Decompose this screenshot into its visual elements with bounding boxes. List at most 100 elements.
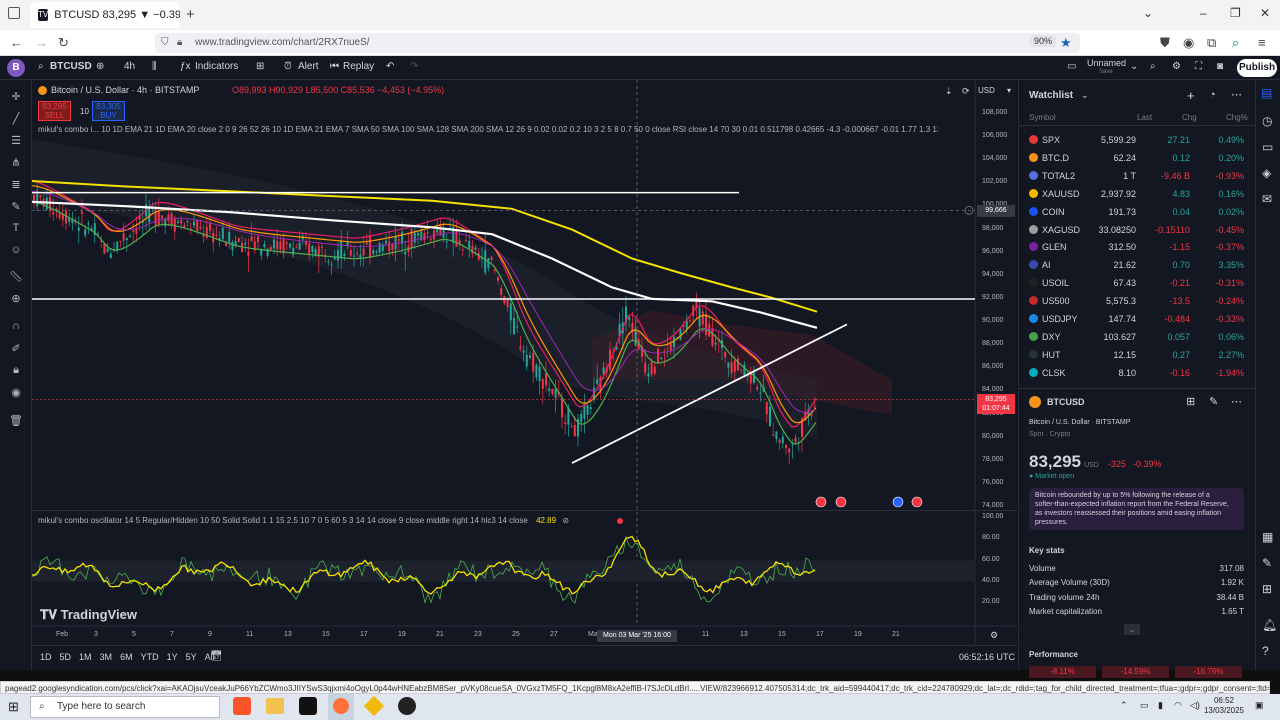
- watchlist-row[interactable]: USDJPY 147.74 -0.484 -0.33%: [1019, 311, 1256, 329]
- details-more-icon[interactable]: ⋯: [1231, 395, 1242, 408]
- binance-icon[interactable]: [363, 695, 385, 717]
- shield-icon[interactable]: ⛉: [161, 33, 169, 53]
- pocket-icon[interactable]: ⛊: [1160, 35, 1170, 51]
- calendar-icon[interactable]: ▦: [1262, 530, 1273, 544]
- range-button[interactable]: 1D: [40, 652, 52, 662]
- new-tab-icon[interactable]: +: [186, 6, 195, 23]
- layers-icon[interactable]: ◈: [1262, 166, 1271, 180]
- symbol-button[interactable]: BTCUSD: [50, 61, 92, 72]
- screenshot-icon[interactable]: ◙: [1217, 61, 1223, 72]
- interval-button[interactable]: 4h: [124, 61, 135, 72]
- start-icon[interactable]: ⊞: [8, 699, 19, 715]
- pencil-icon[interactable]: ✎: [1262, 556, 1272, 570]
- oscillator-legend[interactable]: mikul's combo oscillator 14 5 Regular/Hi…: [38, 516, 528, 525]
- battery-icon[interactable]: ▮: [1158, 700, 1163, 711]
- app-icon[interactable]: [398, 697, 416, 715]
- watchlist-row[interactable]: COIN 191.73 0.04 0.02%: [1019, 204, 1256, 222]
- zoom-level[interactable]: 90%: [1030, 35, 1057, 47]
- utc-clock[interactable]: 06:52:16 UTC: [959, 652, 1015, 662]
- candle-type-icon[interactable]: ⫼: [152, 61, 157, 72]
- alerts-clock-icon[interactable]: ◷: [1262, 114, 1272, 128]
- brush-icon[interactable]: ✎: [8, 200, 24, 214]
- details-symbol[interactable]: BTCUSD: [1047, 397, 1085, 407]
- wifi-icon[interactable]: ◠: [1174, 700, 1182, 711]
- settings-icon[interactable]: ⚙: [1172, 61, 1181, 72]
- watchlist-row[interactable]: XAUUSD 2,937.92 4.83 0.16%: [1019, 186, 1256, 204]
- watchlist-row[interactable]: US500 5,575.3 -13.5 -0.24%: [1019, 293, 1256, 311]
- layout-save-label[interactable]: Save: [1099, 69, 1113, 75]
- text-icon[interactable]: T: [8, 222, 24, 236]
- range-button[interactable]: YTD: [141, 652, 159, 662]
- fib-icon[interactable]: ≣: [8, 178, 24, 192]
- replay-icon[interactable]: ⏮︎: [330, 61, 339, 72]
- layout-name[interactable]: Unnamed: [1087, 58, 1126, 68]
- performance-box[interactable]: -16.76%: [1175, 666, 1242, 678]
- range-button[interactable]: 1Y: [167, 652, 178, 662]
- watchlist-dropdown-icon[interactable]: ⌄: [1081, 90, 1089, 101]
- terminal-icon[interactable]: [299, 697, 317, 715]
- brave-icon[interactable]: [233, 697, 251, 715]
- system-clock[interactable]: 06:52 13/03/2025: [1202, 696, 1246, 716]
- publish-button[interactable]: Publish: [1237, 59, 1277, 77]
- range-button[interactable]: 5D: [60, 652, 72, 662]
- pitchfork-icon[interactable]: ⋔: [8, 156, 24, 170]
- back-icon[interactable]: ←: [10, 35, 23, 50]
- menu-icon[interactable]: ≡: [1258, 35, 1266, 50]
- watchlist-row[interactable]: SPX 5,599.29 27.21 0.49%: [1019, 132, 1256, 150]
- date-range-icon[interactable]: 📅︎: [210, 651, 223, 662]
- zoom-in-icon[interactable]: ⊕: [8, 292, 24, 306]
- layout-dropdown-icon[interactable]: ⌄: [1130, 61, 1138, 72]
- watchlist-row[interactable]: GLEN 312.50 -1.15 -0.37%: [1019, 239, 1256, 257]
- quick-search-icon[interactable]: ⌕: [1150, 61, 1156, 72]
- horizontal-lines-icon[interactable]: ☰: [8, 134, 24, 148]
- tab-actions-icon[interactable]: [8, 7, 20, 19]
- watchlist-row[interactable]: XAGUSD 33.08250 -0.15110 -0.45%: [1019, 222, 1256, 240]
- range-button[interactable]: 6M: [120, 652, 133, 662]
- trash-icon[interactable]: 🗑︎: [8, 414, 24, 428]
- axis-settings-icon[interactable]: ⚙: [990, 630, 998, 641]
- help-icon[interactable]: ?: [1262, 644, 1269, 658]
- url-input[interactable]: ⛉ 🔒︎ www.tradingview.com/chart/2RX7nueS/: [155, 33, 1080, 53]
- col-chg-pct[interactable]: Chg%: [1226, 113, 1248, 122]
- minimize-icon[interactable]: –: [1200, 6, 1207, 20]
- indicator-legend[interactable]: mikul's combo i... 10 1D EMA 21 1D EMA 2…: [38, 125, 938, 134]
- replay-button[interactable]: Replay: [343, 61, 374, 72]
- lock-drawings-icon[interactable]: 🔒︎: [8, 364, 24, 378]
- more-icon[interactable]: ⋯: [1231, 88, 1242, 101]
- watchlist-row[interactable]: DXY 103.627 0.057 0.06%: [1019, 329, 1256, 347]
- collapse-arrow-icon[interactable]: ⇣: [945, 86, 953, 97]
- crosshair-icon[interactable]: ✛: [8, 90, 24, 104]
- tray-chevron-icon[interactable]: ⌃: [1120, 700, 1128, 711]
- alert-icon[interactable]: ⏰︎: [284, 61, 292, 72]
- currency-dropdown-icon[interactable]: ▾: [1007, 86, 1011, 95]
- user-avatar[interactable]: B: [7, 59, 25, 77]
- details-layout-icon[interactable]: ⊞: [1186, 395, 1195, 408]
- performance-box[interactable]: -8.11%: [1029, 666, 1096, 678]
- col-chg[interactable]: Chg: [1182, 113, 1197, 122]
- bookmark-star-icon[interactable]: ★: [1060, 35, 1072, 51]
- fullscreen-icon[interactable]: ⛶: [1195, 61, 1202, 72]
- compare-icon[interactable]: ⊕: [96, 61, 104, 72]
- notifications-icon[interactable]: 🔔︎: [1262, 618, 1277, 632]
- symbol-search-icon[interactable]: ⌕: [38, 61, 44, 72]
- watchlist-row[interactable]: TOTAL2 1 T -9.46 B -0.93%: [1019, 168, 1256, 186]
- stay-drawing-icon[interactable]: ✐: [8, 342, 24, 356]
- notification-center-icon[interactable]: ▣: [1255, 700, 1264, 711]
- expand-stats-icon[interactable]: ⌄: [1124, 624, 1140, 635]
- price-chart[interactable]: [32, 80, 1017, 645]
- watchlist-icon[interactable]: ▤: [1261, 86, 1272, 100]
- indicators-icon[interactable]: ƒx: [180, 61, 191, 72]
- taskbar-search-input[interactable]: ⌕ Type here to search: [30, 696, 220, 718]
- col-last[interactable]: Last: [1137, 113, 1152, 122]
- watchlist-row[interactable]: CLSK 8.10 -0.16 -1.94%: [1019, 365, 1256, 383]
- reload-icon[interactable]: ↻: [58, 35, 69, 51]
- advanced-view-icon[interactable]: ◔: [1209, 89, 1216, 101]
- lock-icon[interactable]: 🔒︎: [177, 33, 182, 53]
- undo-icon[interactable]: ↶: [386, 61, 394, 72]
- close-window-icon[interactable]: ✕: [1260, 6, 1270, 20]
- forward-icon[interactable]: →: [35, 35, 48, 50]
- col-symbol[interactable]: Symbol: [1029, 113, 1056, 122]
- indicators-button[interactable]: Indicators: [195, 61, 238, 72]
- hide-drawings-icon[interactable]: ◉: [8, 386, 24, 400]
- trend-line-icon[interactable]: ╱: [8, 112, 24, 126]
